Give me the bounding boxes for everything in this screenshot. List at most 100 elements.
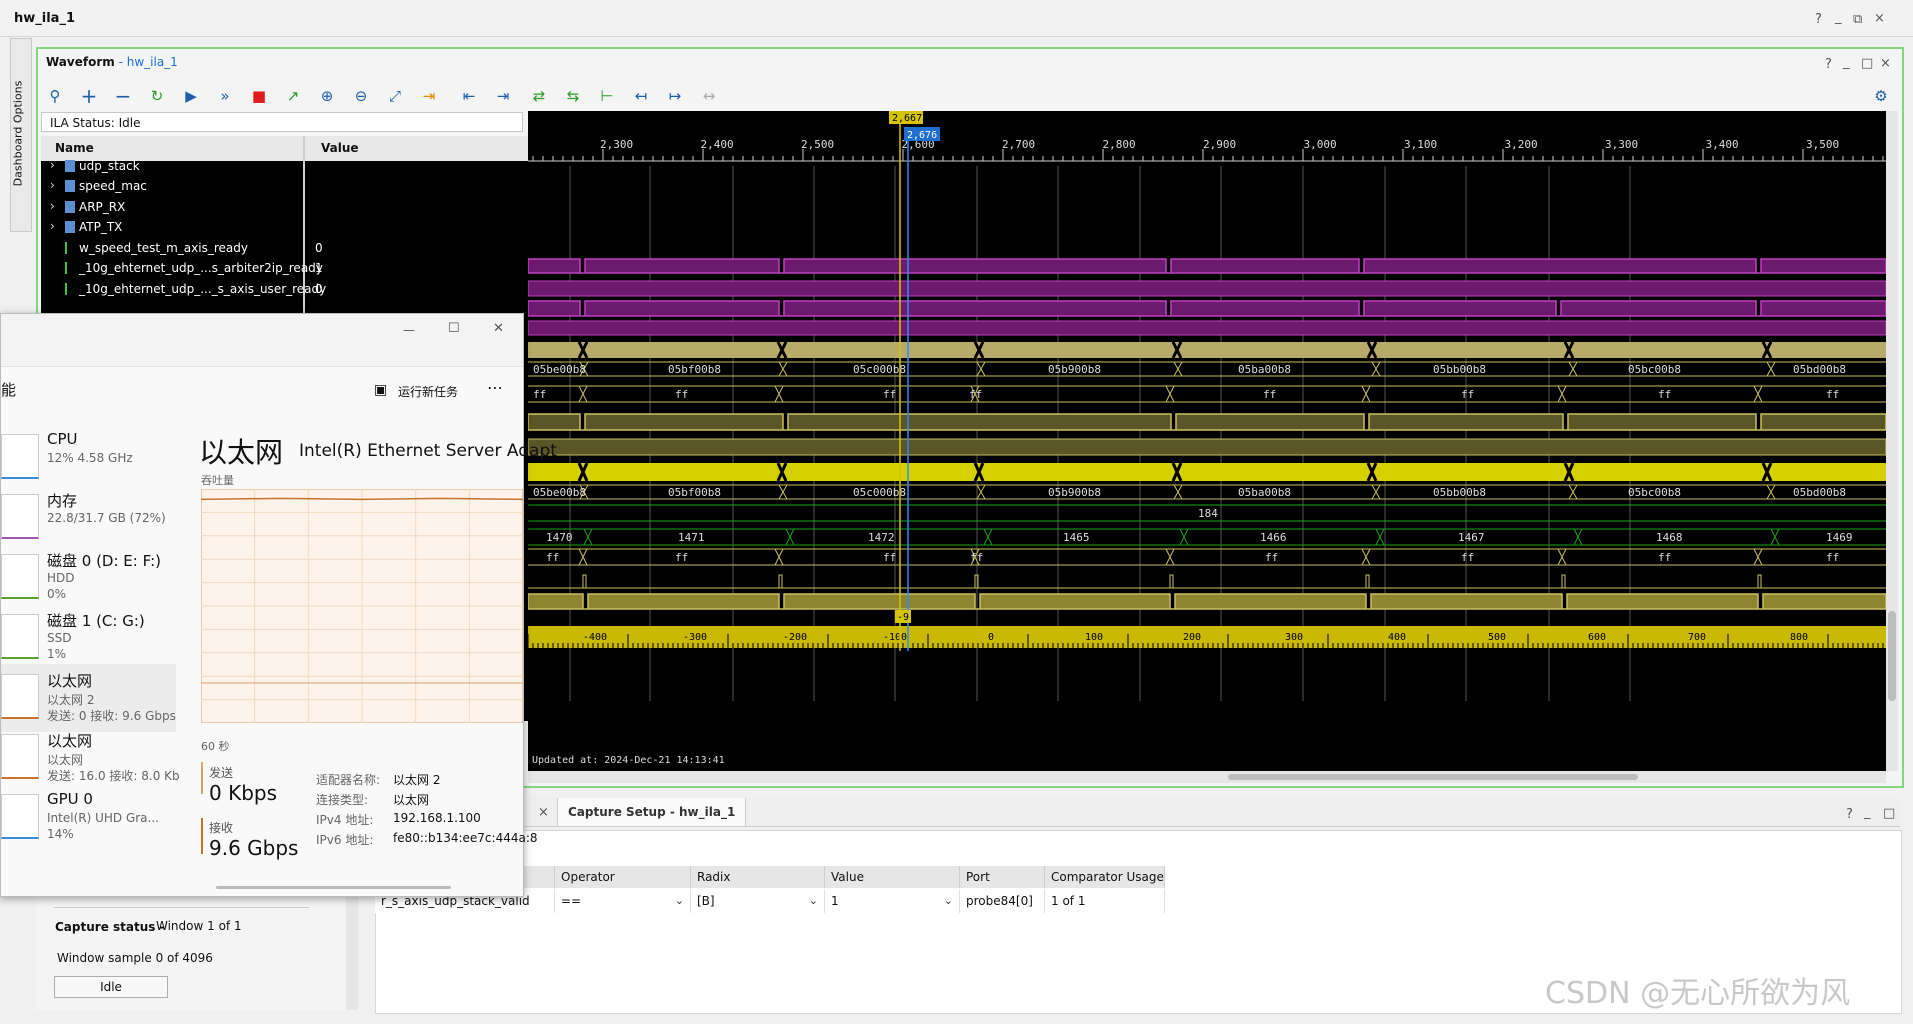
performance-item[interactable]: GPU 0 Intel(R) UHD Gra... 14%	[1, 784, 176, 852]
value-column-header-trigger[interactable]: Value	[825, 866, 960, 888]
help-icon[interactable]: ?	[1815, 12, 1822, 27]
zoom-fit-icon[interactable]: ⤢	[384, 85, 406, 107]
bus-value: ff	[1658, 551, 1671, 564]
capture-help-icon[interactable]: ?	[1846, 807, 1853, 822]
bus-value: 05c000b8	[853, 363, 906, 376]
panel-help-icon[interactable]: ?	[1825, 57, 1832, 72]
performance-item-name: 磁盘 0 (D: E: F:)	[47, 552, 161, 570]
export-icon[interactable]: ↗	[282, 85, 304, 107]
panel-close-button[interactable]: ×	[1880, 56, 1891, 71]
run-new-task-button[interactable]: 运行新任务	[398, 383, 458, 400]
performance-item[interactable]: CPU 12% 4.58 GHz	[1, 424, 176, 492]
bus-value: 1471	[678, 531, 705, 544]
run-trigger-immediate-icon[interactable]: ↻	[146, 85, 168, 107]
previous-transition-icon[interactable]: ⇄	[528, 85, 550, 107]
go-to-cursor-icon[interactable]: ⇥	[418, 85, 440, 107]
ruler-label: 2,300	[600, 138, 633, 151]
panel-maximize-button[interactable]: □	[1861, 56, 1873, 71]
waveform-vertical-scrollbar[interactable]	[1886, 111, 1898, 771]
settings-gear-icon[interactable]: ⚙	[1870, 85, 1892, 107]
sample-ruler-band	[528, 626, 1886, 648]
performance-item[interactable]: 磁盘 0 (D: E: F:) HDD 0%	[1, 544, 176, 612]
value-column-header[interactable]: Value	[321, 141, 359, 155]
performance-item[interactable]: 以太网 以太网 发送: 16.0 接收: 8.0 Kb	[1, 724, 180, 792]
signal-name: udp_stack	[79, 159, 140, 173]
comparator-usage-column-header[interactable]: Comparator Usage	[1045, 866, 1165, 888]
ruler-label: 3,300	[1605, 138, 1638, 151]
run-trigger-icon[interactable]: ▶	[180, 85, 202, 107]
expand-chevron-icon[interactable]: ›	[50, 199, 55, 213]
search-icon[interactable]: ⚲	[44, 85, 66, 107]
next-marker-icon[interactable]: ↦	[664, 85, 686, 107]
add-icon[interactable]: +	[78, 85, 100, 107]
performance-item[interactable]: 内存 22.8/31.7 GB (72%)	[1, 484, 176, 552]
performance-item-name: 内存	[47, 492, 78, 510]
bus-transition	[1753, 548, 1763, 566]
zoom-out-icon[interactable]: ⊖	[350, 85, 372, 107]
sample-ruler-label: 400	[1388, 632, 1406, 643]
go-to-end-icon[interactable]: ⇥	[492, 85, 514, 107]
previous-marker-icon[interactable]: ↤	[630, 85, 652, 107]
bus-transition	[785, 528, 795, 546]
capture-state-button[interactable]: Idle	[54, 976, 168, 998]
waveform-horizontal-scrollbar[interactable]	[528, 771, 1886, 783]
chevron-down-icon: ⌄	[808, 894, 818, 907]
expand-chevron-icon[interactable]: ›	[50, 178, 55, 192]
bus-value: ff	[1265, 551, 1278, 564]
tm-close-button[interactable]: ✕	[493, 321, 504, 336]
waveform-title-sep: -	[114, 55, 127, 69]
radix-column-header[interactable]: Radix	[691, 866, 825, 888]
adapter-property-value: fe80::b134:ee7c:444a:8	[393, 831, 538, 845]
capture-status-scrollbar[interactable]	[346, 895, 358, 1010]
swap-cursors-icon[interactable]: ↔	[698, 85, 720, 107]
remove-icon[interactable]: −	[112, 85, 134, 107]
expand-chevron-icon[interactable]: ›	[50, 219, 55, 233]
tm-page-title-partial: 能	[1, 381, 17, 399]
capture-maximize-button[interactable]: □	[1883, 806, 1895, 821]
send-value: 0 Kbps	[209, 781, 278, 805]
waveform-toolbar: ⚲ + − ↻ ▶ » ■ ↗ ⊕ ⊖ ⤢ ⇥ ⇤ ⇥ ⇄ ⇆ ⊢ ↤ ↦ ↔ …	[38, 83, 1898, 109]
bus-transition	[1557, 548, 1567, 566]
minimize-button[interactable]: _	[1835, 10, 1842, 25]
operator-select[interactable]: == ⌄	[555, 889, 691, 913]
more-options-button[interactable]: ⋯	[487, 378, 503, 397]
dashboard-options-tab[interactable]: Dashboard Options	[10, 38, 32, 232]
detail-title: 以太网	[199, 436, 284, 469]
panel-minimize-button[interactable]: _	[1843, 55, 1850, 70]
tab-capture-setup[interactable]: Capture Setup - hw_ila_1	[557, 798, 747, 826]
bus-transition	[976, 361, 986, 377]
add-marker-icon[interactable]: ⊢	[596, 85, 618, 107]
performance-item-detail: 0%	[47, 587, 67, 601]
restore-button[interactable]: ⧉	[1853, 12, 1862, 27]
port-column-header[interactable]: Port	[960, 866, 1045, 888]
performance-item-detail: 以太网 2	[47, 693, 95, 707]
name-column-header[interactable]: Name	[55, 141, 94, 155]
bus-value: 1466	[1260, 531, 1287, 544]
tm-minimize-button[interactable]: —	[403, 323, 415, 337]
operator-column-header[interactable]: Operator	[555, 866, 691, 888]
autorun-icon[interactable]: »	[214, 85, 236, 107]
close-button[interactable]: ×	[1874, 11, 1885, 26]
value-select[interactable]: 1 ⌄	[825, 889, 960, 913]
performance-item[interactable]: 以太网 以太网 2 发送: 0 接收: 9.6 Gbps	[1, 664, 176, 732]
next-transition-icon[interactable]: ⇆	[562, 85, 584, 107]
tm-horizontal-scrollbar[interactable]	[216, 886, 451, 889]
go-to-start-icon[interactable]: ⇤	[458, 85, 480, 107]
waveform-canvas[interactable]: 2,300 2,400 2,500 2,600 2,700 2,800 2,900 3,000…	[528, 111, 1886, 771]
zoom-in-icon[interactable]: ⊕	[316, 85, 338, 107]
tab-close-icon[interactable]: ×	[538, 805, 549, 820]
bus-value: ff	[1658, 388, 1671, 401]
radix-select[interactable]: [B] ⌄	[691, 889, 825, 913]
performance-item[interactable]: 磁盘 1 (C: G:) SSD 1%	[1, 604, 176, 672]
send-label: 发送	[209, 766, 234, 780]
performance-thumbnail	[1, 674, 39, 719]
tm-maximize-button[interactable]: ☐	[448, 321, 460, 336]
signal-row[interactable]: _10g_ehternet_udp_..._s_axis_user_ready 0	[41, 278, 531, 302]
capture-minimize-button[interactable]: _	[1864, 805, 1871, 820]
performance-thumbnail	[1, 494, 39, 539]
stop-icon[interactable]: ■	[248, 85, 270, 107]
expand-chevron-icon[interactable]: ›	[50, 158, 55, 172]
dashboard-options-label: Dashboard Options	[11, 80, 25, 187]
bit-pulse	[1365, 574, 1370, 588]
throughput-label: 吞吐量	[201, 474, 234, 487]
